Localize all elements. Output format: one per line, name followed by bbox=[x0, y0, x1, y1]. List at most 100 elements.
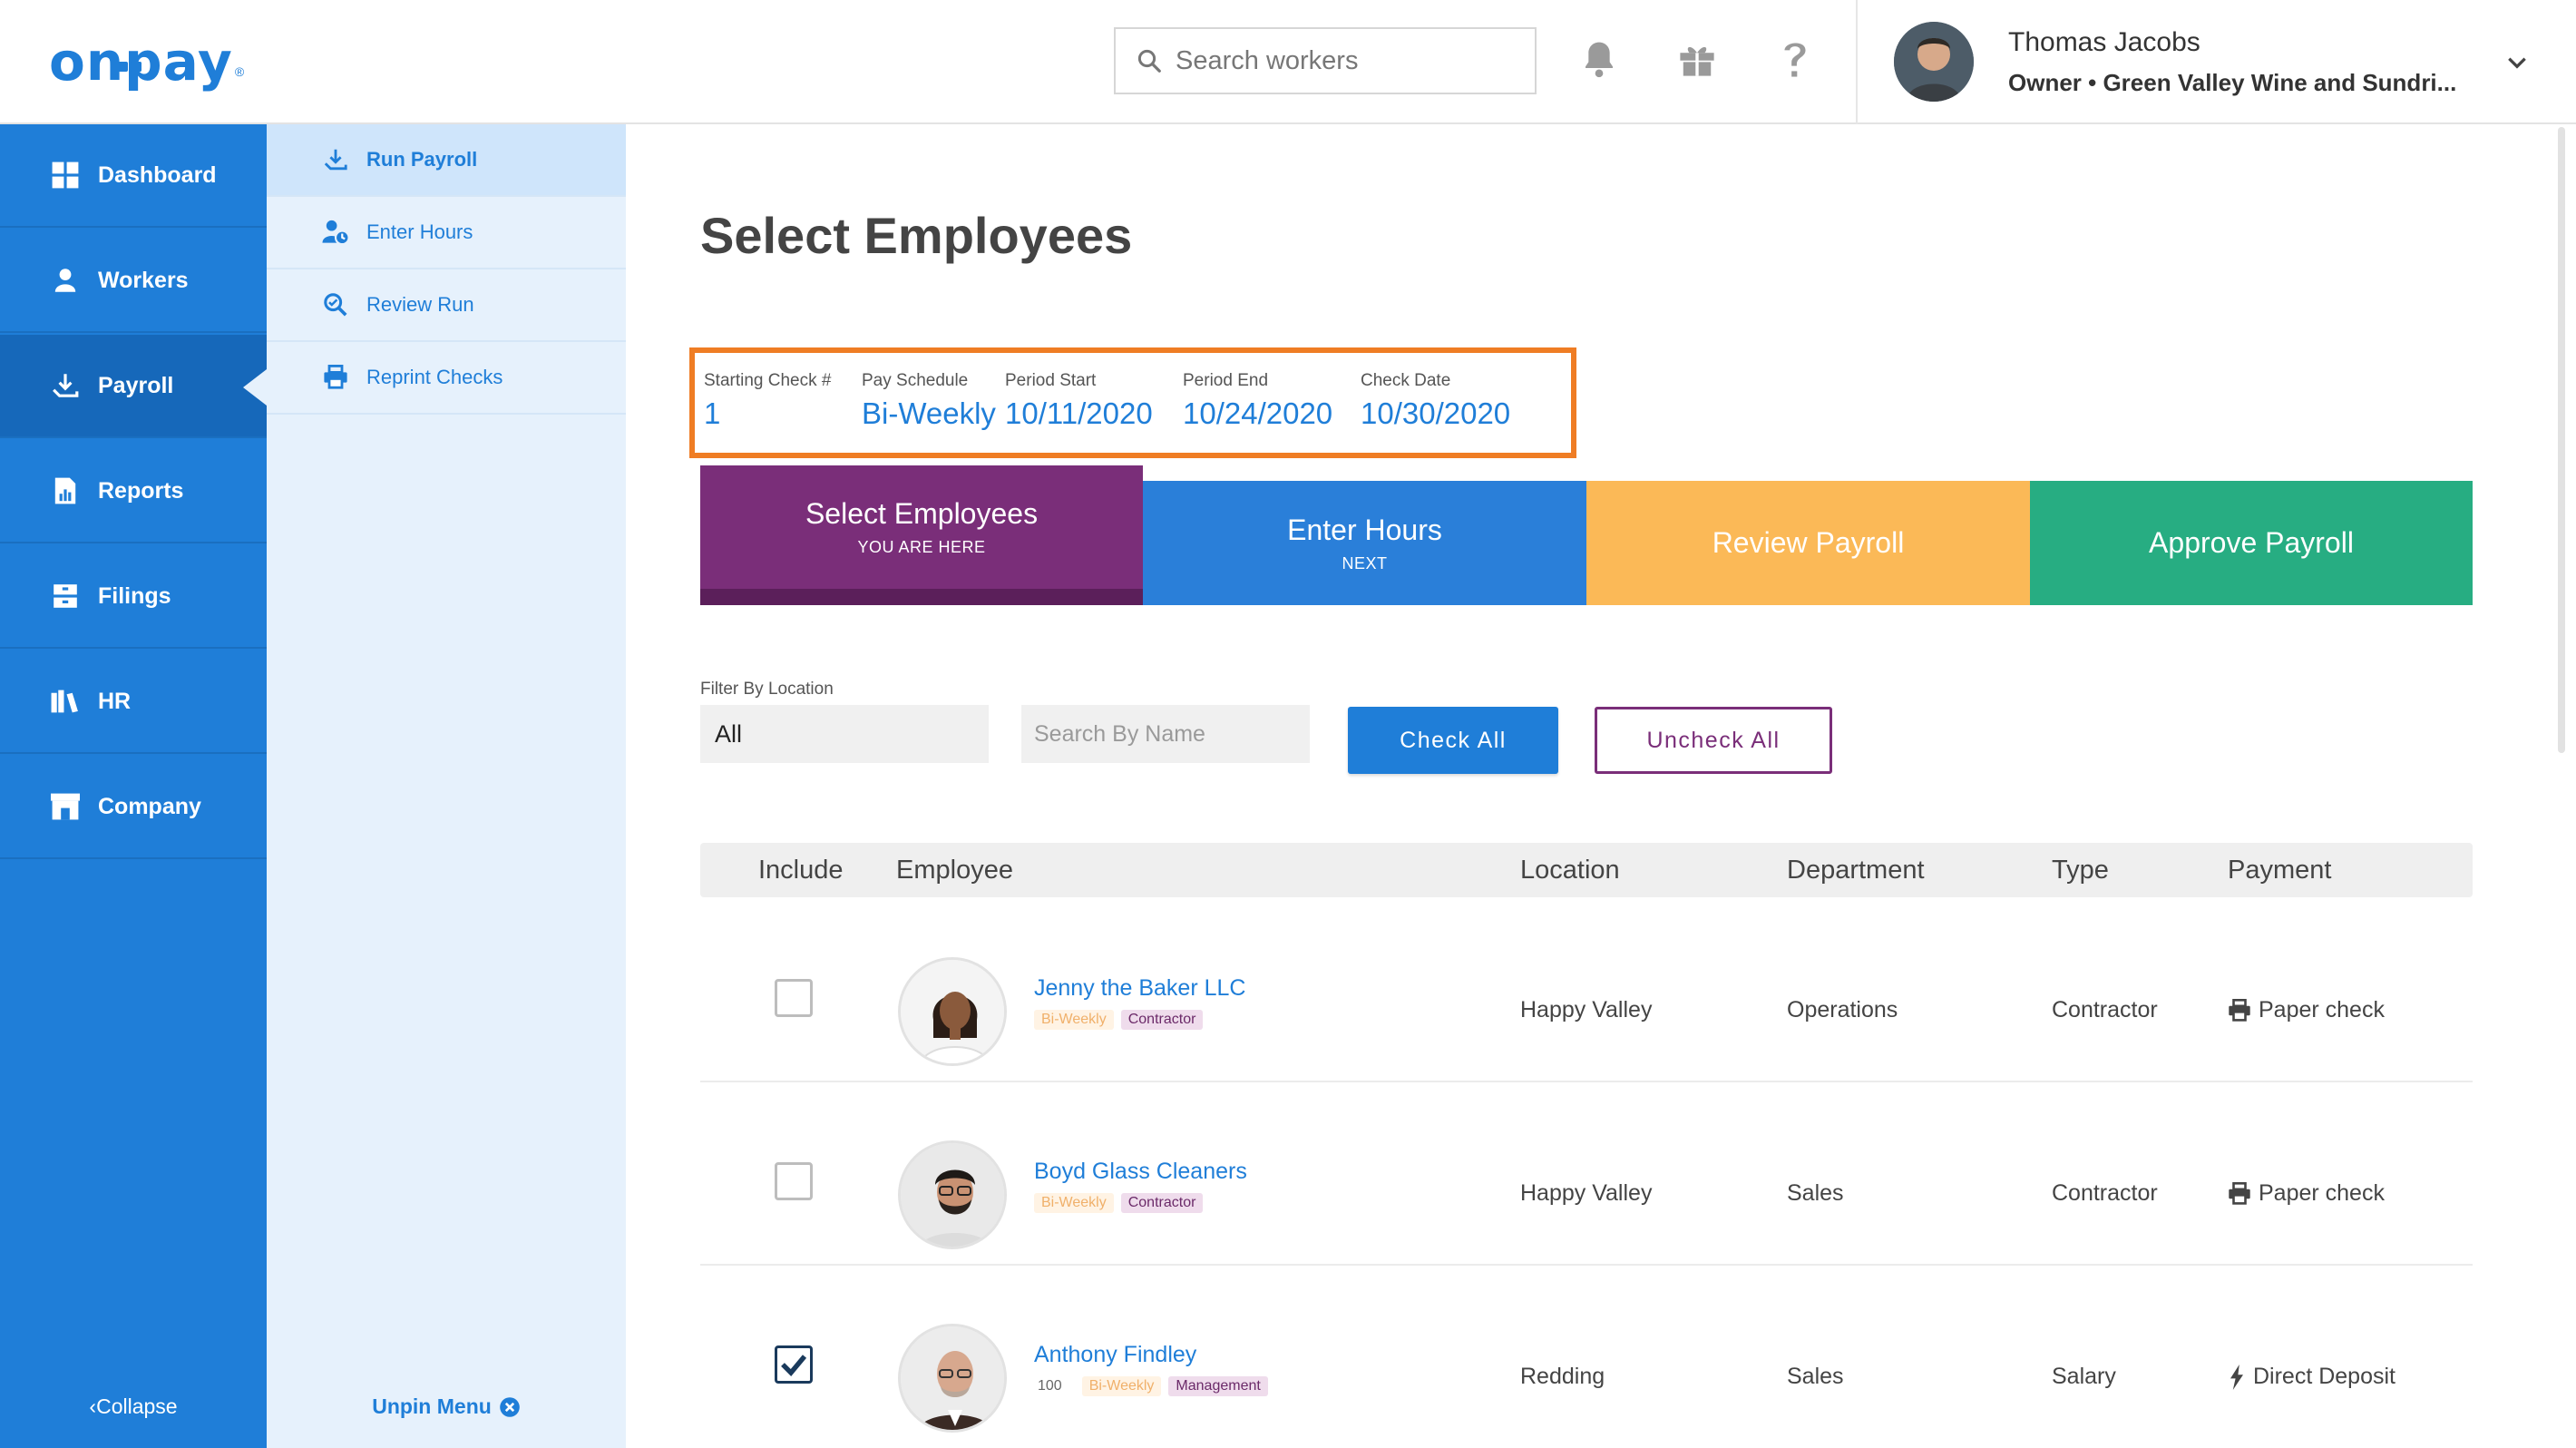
submenu-item-reprint-checks[interactable]: Reprint Checks bbox=[267, 342, 626, 415]
payment-method: Paper check bbox=[2259, 1180, 2385, 1206]
printer-icon bbox=[2229, 998, 2250, 1022]
column-header-location[interactable]: Location bbox=[1520, 856, 1620, 885]
search-workers-input[interactable] bbox=[1176, 45, 1520, 76]
company-icon bbox=[49, 790, 82, 823]
payment-method: Paper check bbox=[2259, 997, 2385, 1022]
check-all-button[interactable]: Check All bbox=[1348, 707, 1558, 774]
starting-check-value: 1 bbox=[704, 396, 721, 430]
checkmark-icon bbox=[781, 1355, 807, 1376]
table-row: Boyd Glass Cleaners Bi-Weekly Contractor… bbox=[700, 1082, 2473, 1266]
column-header-type[interactable]: Type bbox=[2052, 856, 2109, 885]
gift-icon[interactable] bbox=[1676, 38, 1718, 80]
period-start-label: Period Start bbox=[1005, 371, 1097, 390]
include-checkbox[interactable] bbox=[775, 1345, 813, 1384]
page-scrollbar[interactable] bbox=[2558, 127, 2565, 753]
collapse-sidebar-button[interactable]: ‹Collapse bbox=[0, 1394, 267, 1419]
sidebar-item-company[interactable]: Company bbox=[0, 756, 267, 859]
search-workers-box[interactable] bbox=[1114, 27, 1537, 94]
sidebar-item-reports[interactable]: Reports bbox=[0, 440, 267, 543]
reports-icon bbox=[49, 475, 82, 507]
submenu-item-review-run[interactable]: Review Run bbox=[267, 269, 626, 342]
column-header-payment[interactable]: Payment bbox=[2228, 856, 2331, 885]
location-select[interactable]: All bbox=[700, 705, 989, 763]
sidebar-item-label: Reports bbox=[98, 477, 184, 504]
payment-method: Direct Deposit bbox=[2253, 1364, 2395, 1389]
schedule-tag: Bi-Weekly bbox=[1034, 1010, 1114, 1030]
dashboard-icon bbox=[49, 159, 82, 191]
filings-icon bbox=[49, 580, 82, 612]
employee-tags: Bi-Weekly Contractor bbox=[1034, 1010, 1204, 1030]
close-circle-icon bbox=[499, 1396, 520, 1417]
step-review-payroll[interactable]: Review Payroll bbox=[1586, 481, 2030, 605]
sidebar-item-workers[interactable]: Workers bbox=[0, 230, 267, 333]
type-cell: Contractor bbox=[2052, 997, 2158, 1022]
pay-schedule-value: Bi-Weekly bbox=[862, 396, 996, 430]
submenu-item-enter-hours[interactable]: Enter Hours bbox=[267, 197, 626, 269]
enter-hours-icon bbox=[321, 218, 350, 247]
include-checkbox[interactable] bbox=[775, 979, 813, 1017]
sidebar-item-dashboard[interactable]: Dashboard bbox=[0, 124, 267, 228]
search-by-name-input[interactable] bbox=[1021, 705, 1310, 763]
period-start-value: 10/11/2020 bbox=[1005, 396, 1153, 430]
search-icon bbox=[1137, 49, 1161, 73]
location-cell: Happy Valley bbox=[1520, 997, 1653, 1022]
user-avatar[interactable] bbox=[1894, 22, 1974, 102]
sidebar-item-payroll[interactable]: Payroll bbox=[0, 335, 267, 438]
printer-icon bbox=[321, 363, 350, 392]
department-cell: Sales bbox=[1787, 1180, 1844, 1206]
chevron-down-icon[interactable] bbox=[2505, 51, 2529, 74]
employee-avatar bbox=[898, 1324, 1007, 1433]
employee-name-link[interactable]: Jenny the Baker LLC bbox=[1034, 975, 1245, 1002]
employee-tags: 100 Bi-Weekly Management bbox=[1034, 1376, 1268, 1396]
sidebar-item-hr[interactable]: HR bbox=[0, 651, 267, 754]
employee-name-link[interactable]: Anthony Findley bbox=[1034, 1342, 1196, 1368]
payment-cell: Paper check bbox=[2228, 1180, 2385, 1207]
period-end-value: 10/24/2020 bbox=[1183, 396, 1333, 430]
help-icon[interactable] bbox=[1774, 38, 1816, 80]
sidebar-item-label: Workers bbox=[98, 267, 189, 293]
employee-avatar bbox=[898, 957, 1007, 1066]
step-title: Approve Payroll bbox=[2149, 526, 2354, 559]
employee-tags: Bi-Weekly Contractor bbox=[1034, 1193, 1204, 1213]
user-role-company[interactable]: Owner • Green Valley Wine and Sundri... bbox=[2008, 69, 2456, 97]
payment-cell: Direct Deposit bbox=[2228, 1364, 2395, 1390]
column-header-include[interactable]: Include bbox=[758, 856, 844, 885]
printer-icon bbox=[2229, 1181, 2250, 1205]
location-cell: Redding bbox=[1520, 1364, 1605, 1389]
top-header: onpay ® Thomas Jacobs Owner • Green Vall… bbox=[0, 0, 2576, 245]
department-cell: Operations bbox=[1787, 997, 1898, 1022]
include-checkbox[interactable] bbox=[775, 1162, 813, 1200]
payroll-icon bbox=[49, 369, 82, 402]
onpay-logo[interactable]: onpay ® bbox=[44, 31, 1890, 245]
filter-location-label: Filter By Location bbox=[700, 680, 834, 699]
bell-icon[interactable] bbox=[1578, 38, 1620, 80]
check-date-label: Check Date bbox=[1361, 371, 1451, 390]
payroll-steps: Select Employees YOU ARE HERE Enter Hour… bbox=[700, 465, 2473, 605]
workers-icon bbox=[49, 264, 82, 297]
column-header-department[interactable]: Department bbox=[1787, 856, 1925, 885]
uncheck-all-button[interactable]: Uncheck All bbox=[1595, 707, 1832, 774]
schedule-tag: Bi-Weekly bbox=[1034, 1193, 1114, 1213]
main-content: Select Employees Starting Check # 1 Pay … bbox=[626, 124, 2576, 1448]
column-header-employee[interactable]: Employee bbox=[896, 856, 1013, 885]
worker-type-tag: Contractor bbox=[1120, 1010, 1204, 1030]
employee-name-link[interactable]: Boyd Glass Cleaners bbox=[1034, 1159, 1247, 1185]
step-select-employees[interactable]: Select Employees YOU ARE HERE bbox=[700, 465, 1143, 605]
unpin-menu-button[interactable]: Unpin Menu bbox=[267, 1394, 626, 1419]
sidebar-item-filings[interactable]: Filings bbox=[0, 545, 267, 649]
type-cell: Contractor bbox=[2052, 1180, 2158, 1206]
step-enter-hours[interactable]: Enter Hours NEXT bbox=[1143, 481, 1586, 605]
period-end-field: Period End 10/24/2020 bbox=[1183, 371, 1332, 431]
worker-type-tag: Contractor bbox=[1120, 1193, 1204, 1213]
step-subtitle: YOU ARE HERE bbox=[857, 538, 986, 556]
submenu-item-label: Review Run bbox=[366, 293, 474, 316]
payroll-submenu: Run Payroll Enter Hours Review Run Repri… bbox=[267, 124, 651, 1448]
check-date-value: 10/30/2020 bbox=[1361, 396, 1511, 430]
user-name[interactable]: Thomas Jacobs bbox=[2008, 27, 2200, 58]
run-payroll-icon bbox=[321, 145, 350, 174]
payment-cell: Paper check bbox=[2228, 997, 2385, 1023]
step-approve-payroll[interactable]: Approve Payroll bbox=[2030, 481, 2473, 605]
step-title: Enter Hours bbox=[1287, 513, 1442, 546]
step-subtitle: NEXT bbox=[1342, 553, 1388, 572]
submenu-item-run-payroll[interactable]: Run Payroll bbox=[267, 124, 651, 197]
